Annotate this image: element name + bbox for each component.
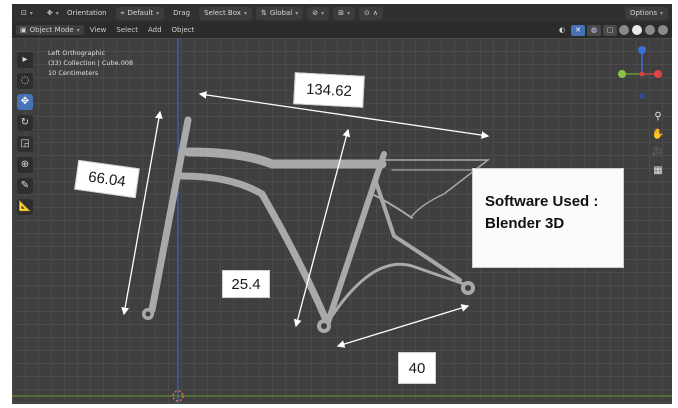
note-line-1: Software Used : xyxy=(485,193,599,210)
neg-z-axis-ball xyxy=(639,93,645,99)
dim-label-top: 134.62 xyxy=(293,72,365,108)
z-axis-ball xyxy=(638,46,646,54)
arrow-bottom xyxy=(336,304,470,348)
dim-label-bottom: 40 xyxy=(398,352,436,384)
x-axis-ball xyxy=(654,70,662,78)
software-note: Software Used : Blender 3D xyxy=(472,168,624,268)
blender-window: ⊡ ▾ ✥ ▾ Orientation ⌖ Default ▾ Drag Select … xyxy=(12,4,672,404)
note-line-2: Blender 3D xyxy=(485,215,565,232)
bike-frame xyxy=(148,116,491,325)
navigation-gizmo xyxy=(618,46,662,99)
y-axis-ball xyxy=(618,70,626,78)
dim-label-mid: 25.4 xyxy=(222,270,270,298)
arrow-mid xyxy=(293,128,351,328)
dimension-arrows xyxy=(121,91,490,348)
